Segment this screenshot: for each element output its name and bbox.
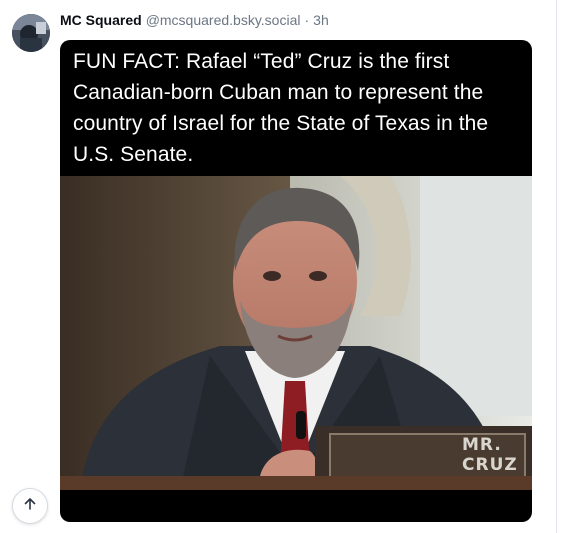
- scroll-to-top-button[interactable]: [12, 488, 48, 524]
- arrow-up-icon: [22, 496, 38, 517]
- header-separator: ·: [304, 12, 310, 28]
- author-name[interactable]: MC Squared: [60, 12, 142, 28]
- feed-divider: [556, 0, 557, 533]
- post-image[interactable]: FUN FACT: Rafael “Ted” Cruz is the first…: [60, 40, 532, 522]
- author-avatar[interactable]: [12, 14, 50, 52]
- nameplate-text: MR. CRUZ: [462, 435, 518, 475]
- meme-caption: FUN FACT: Rafael “Ted” Cruz is the first…: [73, 50, 489, 166]
- post-timestamp[interactable]: 3h: [313, 12, 329, 28]
- author-handle[interactable]: @mcsquared.bsky.social: [146, 12, 301, 28]
- post-header: MC Squared @mcsquared.bsky.social · 3h: [60, 12, 329, 32]
